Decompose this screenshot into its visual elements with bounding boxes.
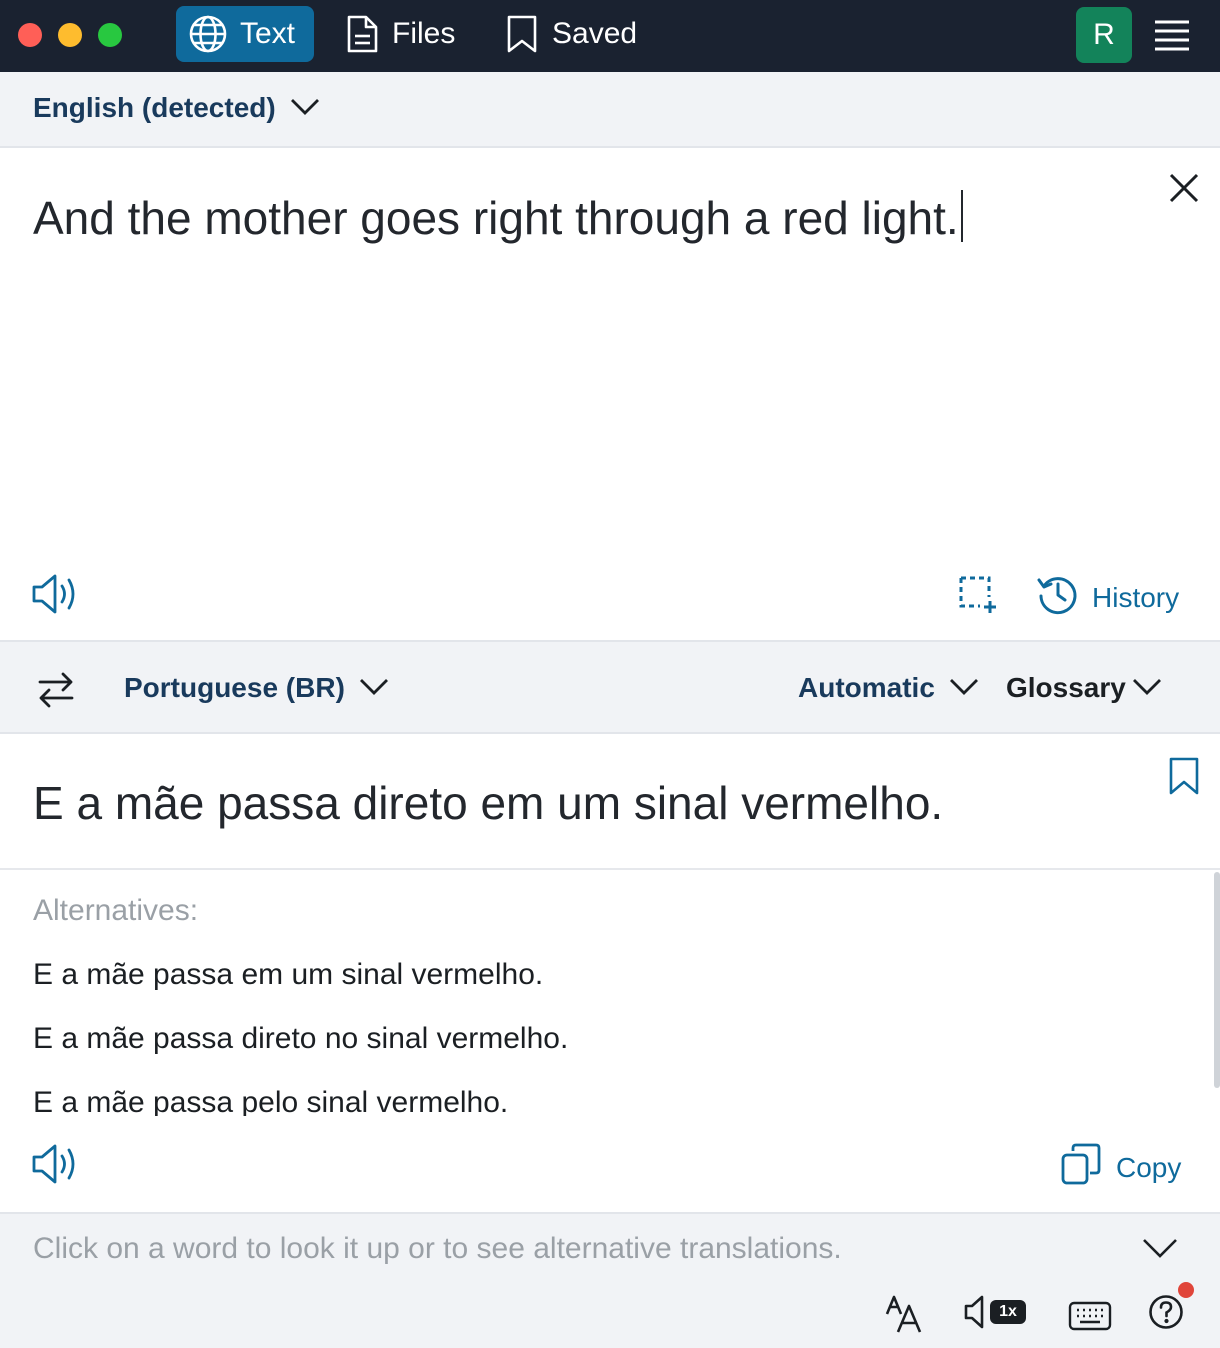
target-language-bar: Portuguese (BR) Automatic Glossary xyxy=(0,640,1220,734)
speech-speed-label: 1x xyxy=(999,1303,1017,1320)
alternative-item[interactable]: E a mãe passa em um sinal vermelho. xyxy=(33,956,1183,1020)
screen-capture-icon[interactable] xyxy=(958,575,998,615)
chevron-down-icon[interactable] xyxy=(1142,1236,1178,1260)
target-language-select[interactable]: Portuguese (BR) xyxy=(124,672,389,704)
alternatives-title: Alternatives: xyxy=(33,894,199,927)
translation-text[interactable]: E a mãe passa direto em um sinal vermelh… xyxy=(33,776,943,830)
glossary-label: Glossary xyxy=(1006,672,1126,703)
copy-button[interactable]: Copy xyxy=(1060,1142,1181,1193)
source-language-select[interactable]: English (detected) xyxy=(33,92,320,124)
formality-label: Automatic xyxy=(798,672,935,703)
glossary-select[interactable]: Glossary xyxy=(1006,672,1162,704)
clear-text-icon[interactable] xyxy=(1168,172,1200,204)
chevron-down-icon xyxy=(949,672,979,704)
dictionary-hint: Click on a word to look it up or to see … xyxy=(33,1232,842,1265)
speech-speed-icon[interactable]: 1x xyxy=(964,1294,1028,1330)
source-language-bar: English (detected) xyxy=(0,72,1220,148)
source-language-label: English (detected) xyxy=(33,92,276,123)
font-size-icon[interactable] xyxy=(884,1294,924,1334)
tab-saved[interactable]: Saved xyxy=(502,6,637,62)
tab-files[interactable]: Files xyxy=(342,6,455,62)
keyboard-icon[interactable] xyxy=(1068,1300,1112,1332)
target-speaker-icon[interactable] xyxy=(31,1142,81,1186)
tab-saved-label: Saved xyxy=(552,17,638,50)
globe-icon xyxy=(188,14,228,54)
alternatives-list: E a mãe passa em um sinal vermelho. E a … xyxy=(33,956,1183,1116)
minimize-window-button[interactable] xyxy=(58,23,82,47)
chevron-down-icon xyxy=(1132,672,1162,704)
formality-select[interactable]: Automatic xyxy=(798,672,979,704)
alternative-item[interactable]: E a mãe passa direto no sinal vermelho. xyxy=(33,1020,1183,1084)
bookmark-icon xyxy=(504,14,540,54)
maximize-window-button[interactable] xyxy=(98,23,122,47)
tab-text[interactable]: Text xyxy=(176,6,314,62)
menu-icon[interactable] xyxy=(1153,18,1191,52)
swap-languages-icon[interactable] xyxy=(36,670,76,710)
avatar[interactable]: R xyxy=(1076,7,1132,63)
source-speaker-icon[interactable] xyxy=(31,572,81,616)
text-caret xyxy=(960,190,963,242)
help-icon[interactable] xyxy=(1148,1294,1184,1330)
source-text-input[interactable]: And the mother goes right through a red … xyxy=(33,190,963,245)
dictionary-panel: Click on a word to look it up or to see … xyxy=(0,1212,1220,1348)
history-icon xyxy=(1036,572,1080,623)
document-icon xyxy=(344,14,380,54)
copy-icon xyxy=(1060,1142,1102,1193)
divider xyxy=(0,868,1220,870)
chevron-down-icon xyxy=(290,92,320,124)
tab-text-label: Text xyxy=(240,17,296,50)
source-text: And the mother goes right through a red … xyxy=(33,192,959,244)
tab-files-label: Files xyxy=(392,17,456,50)
notification-dot xyxy=(1178,1282,1194,1298)
close-window-button[interactable] xyxy=(18,23,42,47)
history-label: History xyxy=(1092,581,1180,613)
scrollbar[interactable] xyxy=(1214,872,1220,1088)
copy-label: Copy xyxy=(1116,1151,1182,1183)
alternative-item[interactable]: E a mãe passa pelo sinal vermelho. xyxy=(33,1084,1183,1116)
title-bar: Text Files Saved R xyxy=(0,0,1220,72)
chevron-down-icon xyxy=(359,672,389,704)
target-language-label: Portuguese (BR) xyxy=(124,672,345,703)
history-button[interactable]: History xyxy=(1036,572,1179,623)
save-translation-icon[interactable] xyxy=(1168,756,1200,796)
